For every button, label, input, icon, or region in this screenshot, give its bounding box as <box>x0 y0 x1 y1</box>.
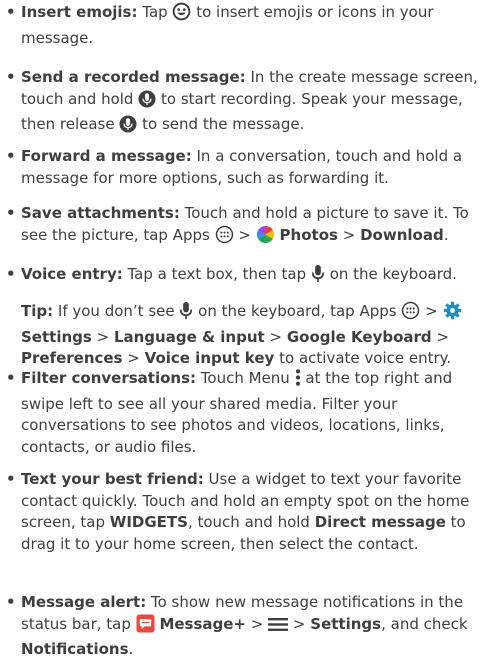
list-item-text-best-friend: • Text your best friend: Use a widget to… <box>6 470 470 553</box>
microphone-circle-icon <box>138 89 156 115</box>
list-item-filter-conversations: • Filter conversations: Touch Menu at th… <box>6 368 453 456</box>
message-plus-app-icon <box>136 613 155 640</box>
list-item-save-attachments: • Save attachments: Touch and hold a pic… <box>6 203 498 250</box>
item-label: Voice entry: <box>21 265 123 283</box>
item-label: Text your best friend: <box>21 470 204 488</box>
microphone-icon <box>311 264 325 290</box>
bullet: • <box>6 3 16 21</box>
item-label: Message alert: <box>21 593 147 611</box>
list-item-send-recorded-message: • Send a recorded message: In the create… <box>6 67 498 140</box>
item-label: Send a recorded message: <box>21 68 246 86</box>
microphone-icon <box>179 301 193 327</box>
list-item-insert-emojis: • Insert emojis: Tap to insert emojis or… <box>6 2 434 47</box>
tip-label: Tip: <box>21 302 54 320</box>
emoji-icon <box>172 2 191 28</box>
apps-icon <box>215 225 234 251</box>
photos-icon <box>256 225 275 251</box>
list-item-voice-entry: • Voice entry: Tap a text box, then tap … <box>6 264 498 290</box>
item-label: Filter conversations: <box>21 369 196 387</box>
tip-note: Tip: If you don’t see on the keyboard, t… <box>21 301 498 370</box>
item-label: Insert emojis: <box>21 3 138 21</box>
hamburger-menu-icon <box>268 616 289 640</box>
microphone-circle-icon <box>119 115 137 140</box>
menu-more-vertical-icon <box>295 368 301 394</box>
apps-icon <box>401 301 420 327</box>
settings-gear-icon <box>443 301 462 327</box>
item-label: Forward a message: <box>21 147 192 165</box>
item-label: Save attachments: <box>21 204 180 222</box>
list-item-forward-message: • Forward a message: In a conversation, … <box>6 147 463 187</box>
list-item-message-alert: • Message alert: To show new message not… <box>6 593 468 658</box>
